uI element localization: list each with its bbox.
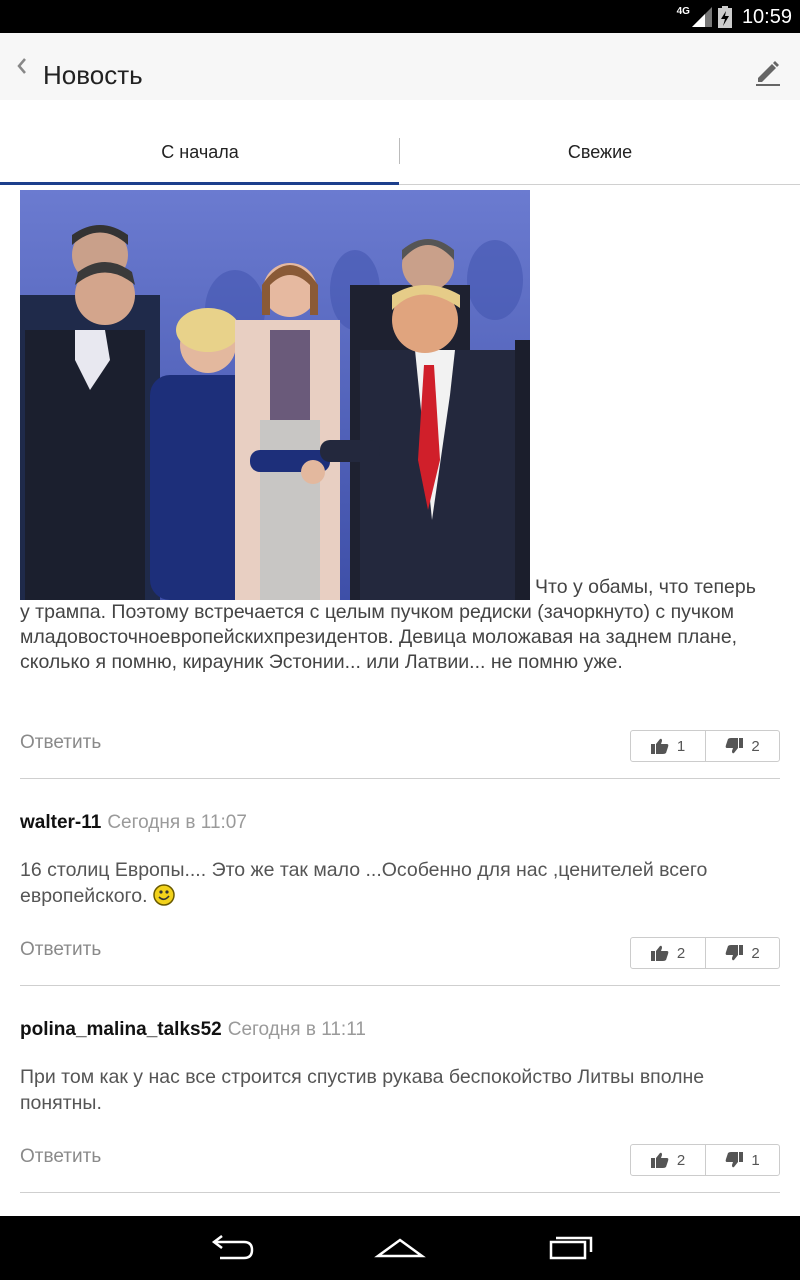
comment-author[interactable]: polina_malina_talks52 Сегодня в 11:11 xyxy=(20,1019,366,1041)
status-bar: 4G 10:59 xyxy=(0,0,800,33)
edit-icon[interactable] xyxy=(754,58,782,86)
comment-author-name[interactable]: walter-11 xyxy=(20,812,101,833)
nav-recents-icon[interactable] xyxy=(543,1232,599,1264)
comment-time: Сегодня в 11:07 xyxy=(107,812,247,833)
comment-dislike-count: 2 xyxy=(751,944,760,962)
post-reply-link[interactable]: Ответить xyxy=(20,732,101,754)
comments-content[interactable]: Что у обамы, что теперь у трампа. Поэтом… xyxy=(0,185,800,1216)
app-bar: Новость xyxy=(0,33,800,100)
post-text: Что у обамы, что теперь у трампа. Поэтом… xyxy=(20,575,780,675)
post-text-body: у трампа. Поэтому встречается с целым пу… xyxy=(20,601,738,673)
system-nav-bar xyxy=(0,1216,800,1280)
post-like-count: 1 xyxy=(676,737,686,755)
page-title: Новость xyxy=(43,60,143,90)
tab-bar: С начала Свежие xyxy=(0,100,800,185)
signal-icon xyxy=(691,7,712,27)
comment-text-body: При том как у нас все строится спустив р… xyxy=(20,1066,705,1114)
news-photo[interactable] xyxy=(20,190,530,600)
smiley-icon xyxy=(153,884,175,906)
post-dislike-button[interactable]: 2 xyxy=(705,731,779,761)
thumbs-down-icon xyxy=(725,738,744,754)
thumbs-up-icon xyxy=(650,1152,669,1168)
nav-home-icon[interactable] xyxy=(372,1232,428,1264)
comment-like-button[interactable]: 2 xyxy=(631,938,705,968)
tab-fresh[interactable]: Свежие xyxy=(400,100,800,185)
thumbs-up-icon xyxy=(650,738,669,754)
network-type: 4G xyxy=(676,5,690,17)
comment-text: При том как у нас все строится спустив р… xyxy=(20,1064,780,1116)
thumbs-down-icon xyxy=(725,1152,744,1168)
thumbs-down-icon xyxy=(725,945,744,961)
comment-reply-link[interactable]: Ответить xyxy=(20,939,101,961)
comment-text: 16 столиц Европы.... Это же так мало ...… xyxy=(20,857,780,909)
clock: 10:59 xyxy=(741,5,792,28)
divider xyxy=(20,985,780,986)
comment-like-count: 2 xyxy=(676,1151,686,1169)
comment-author-name[interactable]: polina_malina_talks52 xyxy=(20,1019,222,1040)
comment-time: Сегодня в 11:11 xyxy=(227,1019,366,1040)
comment-vote-box: 2 1 xyxy=(630,1144,780,1176)
divider xyxy=(20,778,780,779)
status-icons: 4G 10:59 xyxy=(677,4,792,30)
comment-reply-link[interactable]: Ответить xyxy=(20,1146,101,1168)
comment-text-body: 16 столиц Европы.... Это же так мало ...… xyxy=(20,859,708,907)
comment-dislike-button[interactable]: 1 xyxy=(705,1145,779,1175)
comment-vote-box: 2 2 xyxy=(630,937,780,969)
post-vote-box: 1 2 xyxy=(630,730,780,762)
back-icon[interactable] xyxy=(14,53,30,79)
divider xyxy=(20,1192,780,1193)
tab-from-start[interactable]: С начала xyxy=(0,100,400,185)
battery-icon xyxy=(717,6,732,28)
comment-dislike-button[interactable]: 2 xyxy=(705,938,779,968)
post-dislike-count: 2 xyxy=(751,737,760,755)
comment-dislike-count: 1 xyxy=(751,1151,760,1169)
comment-like-button[interactable]: 2 xyxy=(631,1145,705,1175)
nav-back-icon[interactable] xyxy=(202,1232,258,1264)
post-like-button[interactable]: 1 xyxy=(631,731,705,761)
thumbs-up-icon xyxy=(650,945,669,961)
post-text-first-line: Что у обамы, что теперь xyxy=(535,576,756,598)
comment-like-count: 2 xyxy=(676,944,686,962)
comment-author[interactable]: walter-11 Сегодня в 11:07 xyxy=(20,812,247,834)
